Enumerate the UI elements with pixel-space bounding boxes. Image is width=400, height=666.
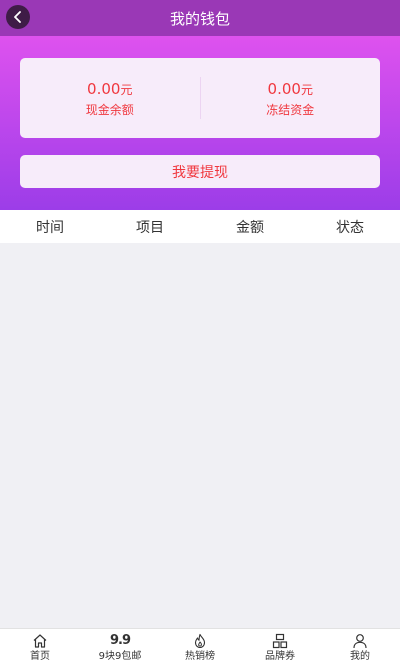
tab-label: 9块9包邮 (98, 651, 142, 662)
bottom-tabbar: 首页 9.9 9块9包邮 热销榜 品牌券 我的 (0, 628, 400, 666)
currency-unit: 元 (120, 82, 133, 97)
frozen-balance: 0.00元 冻结资金 (201, 58, 381, 138)
withdraw-button[interactable]: 我要提现 (20, 155, 380, 188)
chevron-left-icon (14, 11, 21, 23)
transaction-list (0, 243, 400, 628)
tab-hot-sales[interactable]: 热销榜 (160, 629, 240, 666)
column-item: 项目 (136, 219, 164, 236)
home-icon (32, 632, 48, 649)
tab-label: 首页 (30, 651, 50, 662)
transaction-table-header: 时间 项目 金额 状态 (0, 210, 400, 243)
tab-label: 品牌券 (265, 651, 295, 662)
tab-brand-coupon[interactable]: 品牌券 (240, 629, 320, 666)
frozen-balance-label: 冻结资金 (266, 102, 315, 117)
back-button[interactable] (6, 5, 30, 29)
flame-icon (192, 632, 208, 649)
cash-balance-label: 现金余额 (85, 102, 134, 117)
cash-balance-amount: 0.00元 (87, 79, 133, 98)
nine-nine-icon: 9.9 (109, 633, 131, 648)
column-time: 时间 (36, 219, 64, 236)
cash-balance: 0.00元 现金余额 (20, 58, 200, 138)
currency-unit: 元 (300, 82, 313, 97)
tab-label: 我的 (350, 651, 370, 662)
wallet-page: 我的钱包 0.00元 现金余额 0.00元 冻结资金 我要提现 时间 项目 金额… (0, 0, 400, 666)
page-title: 我的钱包 (169, 9, 230, 28)
tab-nine-nine[interactable]: 9.9 9块9包邮 (80, 629, 160, 666)
frozen-balance-amount: 0.00元 (267, 79, 313, 98)
tab-label: 热销榜 (185, 651, 215, 662)
user-icon (352, 632, 368, 649)
balance-card: 0.00元 现金余额 0.00元 冻结资金 (20, 58, 380, 138)
brand-icon (272, 632, 288, 649)
header-bar: 我的钱包 (0, 0, 400, 36)
tab-home[interactable]: 首页 (0, 629, 80, 666)
column-amount: 金额 (236, 219, 264, 236)
tab-mine[interactable]: 我的 (320, 629, 400, 666)
wallet-hero: 0.00元 现金余额 0.00元 冻结资金 我要提现 (0, 36, 400, 210)
column-status: 状态 (336, 219, 364, 236)
